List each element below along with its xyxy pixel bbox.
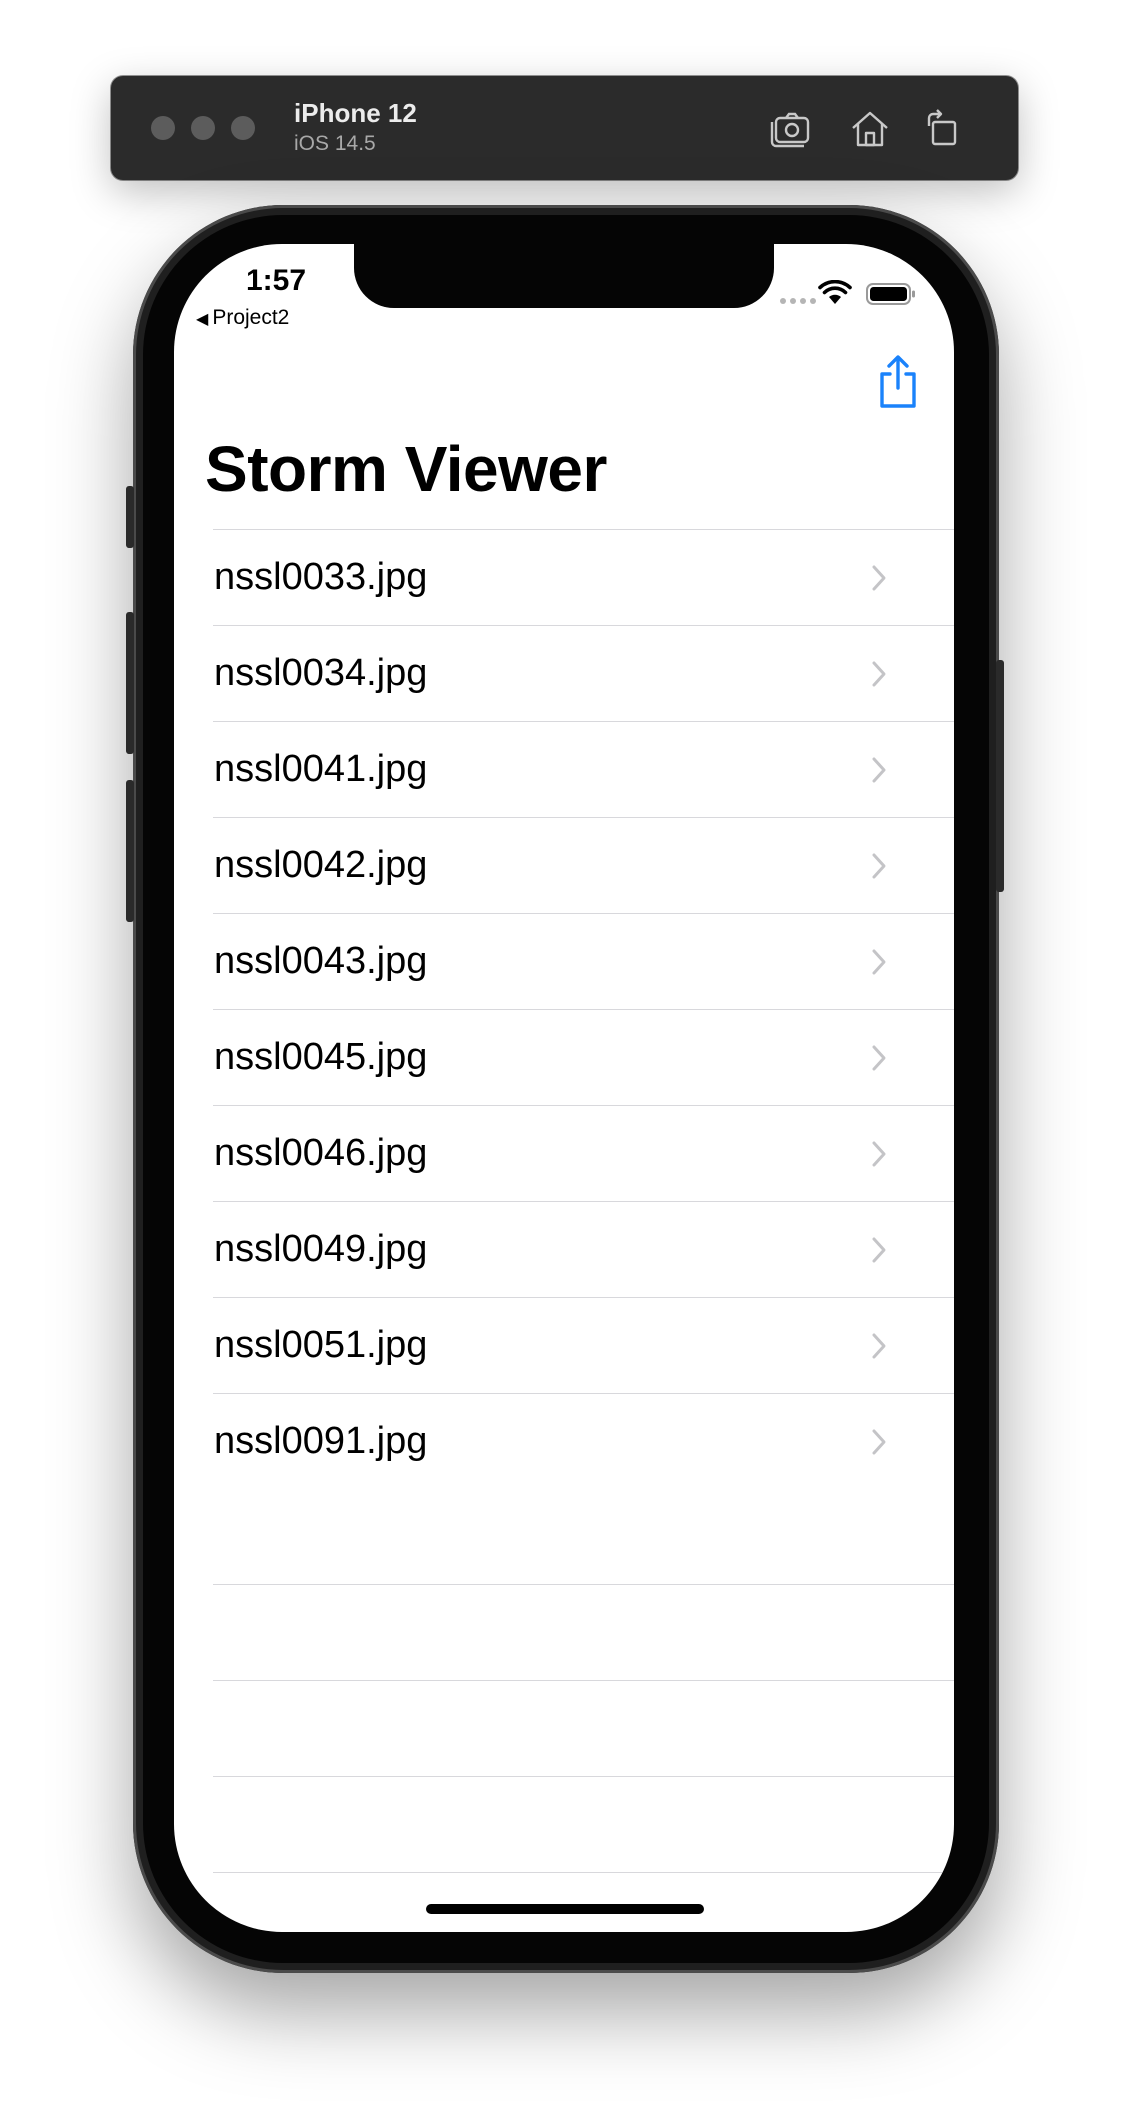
simulator-toolbar: iPhone 12 iOS 14.5 [111, 76, 1018, 180]
chevron-right-icon [872, 853, 886, 879]
empty-row [213, 1489, 954, 1585]
device-screen: 1:57 ◀ Project2 Storm Viewer nssl0033.jpg… [174, 244, 954, 1932]
volume-down-button [126, 780, 134, 922]
list-item-label: nssl0033.jpg [214, 556, 428, 598]
rotate-icon[interactable] [919, 106, 965, 152]
list-item[interactable]: nssl0041.jpg [213, 721, 954, 817]
zoom-window-button[interactable] [231, 116, 255, 140]
home-icon[interactable] [847, 106, 893, 152]
empty-row [213, 1585, 954, 1681]
list-item[interactable]: nssl0045.jpg [213, 1009, 954, 1105]
list-item[interactable]: nssl0034.jpg [213, 625, 954, 721]
list-item[interactable]: nssl0043.jpg [213, 913, 954, 1009]
chevron-right-icon [872, 757, 886, 783]
list-item-label: nssl0049.jpg [214, 1228, 428, 1270]
list-item-label: nssl0042.jpg [214, 844, 428, 886]
empty-row [213, 1681, 954, 1777]
back-app-label: Project2 [212, 306, 290, 329]
list-item[interactable]: nssl0091.jpg [213, 1393, 954, 1489]
notch [354, 244, 774, 308]
home-indicator[interactable] [426, 1904, 704, 1914]
list-item-label: nssl0091.jpg [214, 1420, 428, 1462]
list-item[interactable]: nssl0033.jpg [213, 529, 954, 625]
power-button [996, 660, 1004, 892]
back-to-app-button[interactable]: ◀ Project2 [196, 306, 289, 330]
list-item[interactable]: nssl0042.jpg [213, 817, 954, 913]
minimize-window-button[interactable] [191, 116, 215, 140]
back-triangle-icon: ◀ [196, 311, 209, 328]
chevron-right-icon [872, 1429, 886, 1455]
list-item-label: nssl0045.jpg [214, 1036, 428, 1078]
share-icon [880, 355, 916, 408]
chevron-right-icon [872, 1333, 886, 1359]
list-item[interactable]: nssl0049.jpg [213, 1201, 954, 1297]
list-item-label: nssl0051.jpg [214, 1324, 428, 1366]
chevron-right-icon [872, 1141, 886, 1167]
empty-row [213, 1777, 954, 1873]
list-item-label: nssl0046.jpg [214, 1132, 428, 1174]
os-version: iOS 14.5 [294, 132, 376, 155]
wifi-icon [818, 280, 852, 304]
list-item-label: nssl0043.jpg [214, 940, 428, 982]
cellular-signal-icon [780, 298, 816, 304]
status-time: 1:57 [246, 264, 307, 297]
list-item-label: nssl0041.jpg [214, 748, 428, 790]
chevron-right-icon [872, 949, 886, 975]
list-item[interactable]: nssl0046.jpg [213, 1105, 954, 1201]
screenshot-icon[interactable] [769, 106, 815, 152]
battery-icon [866, 283, 915, 305]
list-item[interactable]: nssl0051.jpg [213, 1297, 954, 1393]
device-name: iPhone 12 [294, 98, 417, 128]
image-list: nssl0033.jpg nssl0034.jpg nssl0041.jpg n… [213, 529, 954, 1873]
chevron-right-icon [872, 565, 886, 591]
page-title: Storm Viewer [205, 433, 607, 505]
chevron-right-icon [872, 1045, 886, 1071]
share-button[interactable] [874, 354, 922, 410]
mute-switch [126, 486, 134, 548]
volume-up-button [126, 612, 134, 754]
chevron-right-icon [872, 661, 886, 687]
list-item-label: nssl0034.jpg [214, 652, 428, 694]
close-window-button[interactable] [151, 116, 175, 140]
chevron-right-icon [872, 1237, 886, 1263]
